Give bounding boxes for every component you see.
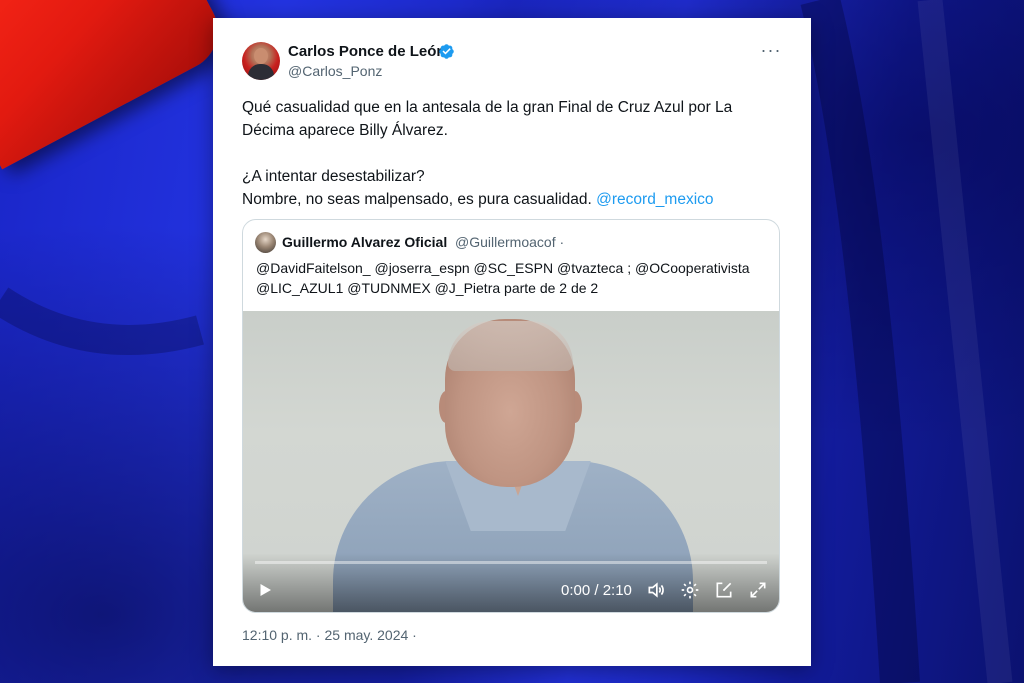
play-icon[interactable] xyxy=(256,581,274,599)
tweet-card: Carlos Ponce de León @Carlos_Ponz ··· Qu… xyxy=(213,18,811,666)
red-fabric-corner xyxy=(0,0,232,170)
settings-gear-icon[interactable] xyxy=(680,580,700,600)
volume-icon[interactable] xyxy=(646,580,666,600)
mention-link[interactable]: @record_mexico xyxy=(596,191,713,208)
tweet-timestamp[interactable]: 12:10 p. m. · 25 may. 2024 · xyxy=(242,627,417,643)
video-time: 0:00 / 2:10 xyxy=(561,582,632,599)
quoted-author-avatar[interactable] xyxy=(255,232,276,253)
fullscreen-icon[interactable] xyxy=(748,580,768,600)
quoted-tweet[interactable]: Guillermo Alvarez Oficial @Guillermoacof… xyxy=(242,219,780,613)
quoted-author-handle[interactable]: @Guillermoacof · xyxy=(455,234,564,250)
author-name[interactable]: Carlos Ponce de León xyxy=(288,43,446,60)
picture-in-picture-icon[interactable] xyxy=(714,580,734,600)
video-player[interactable]: 0:00 / 2:10 xyxy=(243,311,779,612)
tweet-text-segment: Nombre, no seas malpensado, es pura casu… xyxy=(242,191,592,208)
tweet-text-line: Qué casualidad que en la antesala de la … xyxy=(242,99,733,139)
quoted-tweet-text: @DavidFaitelson_ @joserra_espn @SC_ESPN … xyxy=(256,260,750,296)
author-avatar[interactable] xyxy=(242,42,280,80)
author-handle[interactable]: @Carlos_Ponz xyxy=(288,63,382,79)
more-options-icon[interactable]: ··· xyxy=(759,41,783,59)
tweet-text-line: ¿A intentar desestabilizar? xyxy=(242,168,425,185)
tweet-text: Qué casualidad que en la antesala de la … xyxy=(242,96,787,211)
tweet-text-line: Nombre, no seas malpensado, es pura casu… xyxy=(242,188,787,211)
quoted-author-name[interactable]: Guillermo Alvarez Oficial xyxy=(282,234,447,250)
video-progress-bar[interactable] xyxy=(255,561,767,564)
verified-badge-icon xyxy=(439,44,454,59)
